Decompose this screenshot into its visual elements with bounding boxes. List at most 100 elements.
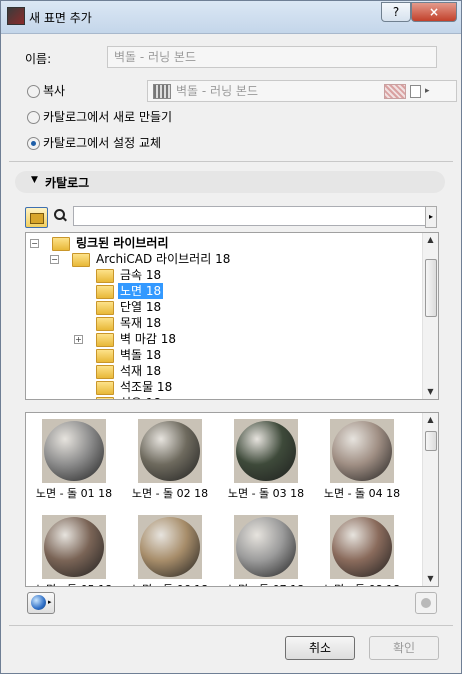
scroll-up-arrow[interactable]: ▲ [423, 233, 438, 247]
tree-item[interactable]: 석조물 18 [26, 379, 422, 395]
folder-icon [72, 253, 90, 267]
divider [9, 625, 453, 626]
material-sphere-image [140, 517, 200, 577]
tree-item-label: ArchiCAD 라이브러리 18 [96, 252, 231, 266]
expand-icon[interactable]: + [74, 335, 83, 344]
tree-item-label: 목재 18 [120, 316, 162, 330]
surface-thumbnail[interactable] [330, 419, 394, 483]
tree-item-label: 섬유 18 [118, 395, 163, 399]
folder-icon [96, 349, 114, 363]
folder-icon [96, 333, 114, 347]
library-view-button[interactable] [25, 207, 48, 228]
scroll-up-arrow[interactable]: ▲ [423, 413, 438, 427]
cancel-button[interactable]: 취소 [285, 636, 355, 660]
copy-label[interactable]: 복사 [43, 82, 65, 99]
window-title: 새 표면 추가 [29, 11, 92, 25]
catalog-thumbnails[interactable]: 노면 - 돌 01 18 노면 - 돌 02 18 노면 - 돌 03 18 노면 -… [25, 412, 439, 587]
title-bar[interactable]: 새 표면 추가 ? × [1, 1, 461, 34]
surface-thumbnail[interactable] [138, 419, 202, 483]
thumbnail-label: 노면 - 돌 07 18 [218, 581, 314, 586]
thumbnail-label: 노면 - 돌 04 18 [323, 487, 401, 500]
folder-icon [52, 237, 70, 251]
surface-swatch-icon [153, 84, 171, 99]
tree-item[interactable]: 벽돌 18 [26, 347, 422, 363]
catalog-header-label: 카탈로그 [45, 176, 90, 190]
chevron-right-icon: ▸ [48, 598, 52, 606]
new-from-catalog-radio[interactable] [27, 111, 40, 124]
chevron-right-icon[interactable]: ▸ [425, 81, 435, 101]
catalog-section-header[interactable]: ▼ 카탈로그 [15, 171, 445, 193]
surface-thumbnail[interactable] [234, 515, 298, 579]
tree-scroll-thumb[interactable] [425, 259, 437, 317]
tree-item-label: 석조물 18 [120, 380, 173, 394]
tree-item-label: 벽돌 18 [120, 348, 162, 362]
tree-scrollbar[interactable]: ▲ ▼ [422, 233, 438, 399]
thumb-scrollbar[interactable]: ▲ ▼ [422, 413, 438, 586]
thumbnail-label: 노면 - 돌 05 18 [26, 581, 122, 586]
sphere-preview-icon [31, 595, 46, 610]
tree-item[interactable]: 목재 18 [26, 315, 422, 331]
surface-thumbnail[interactable] [330, 515, 394, 579]
archicad-app-icon [7, 7, 25, 25]
tree-item-label: 단열 18 [120, 300, 162, 314]
material-sphere-image [236, 517, 296, 577]
help-button[interactable]: ? [381, 2, 411, 22]
ok-button[interactable]: 확인 [369, 636, 439, 660]
preview-options-button[interactable]: ▸ [27, 592, 55, 614]
thumbnail-label: 노면 - 돌 02 18 [131, 487, 209, 500]
library-folder-icon [30, 213, 44, 224]
replace-from-catalog-label[interactable]: 카탈로그에서 설정 교체 [43, 134, 161, 151]
material-sphere-image [332, 421, 392, 481]
copy-radio[interactable] [27, 85, 40, 98]
info-dot-icon [421, 598, 431, 608]
material-sphere-image [332, 517, 392, 577]
thumb-scroll-thumb[interactable] [425, 431, 437, 451]
collapse-icon[interactable]: − [50, 255, 59, 264]
dialog-window: 새 표면 추가 ? × 이름: 벽돌 - 러닝 본드 복사 벽돌 - 러닝 본드… [0, 0, 462, 674]
catalog-tree[interactable]: − 링크된 라이브러리 − ArchiCAD 라이브러리 18 금속 18 노면 18 단열… [25, 232, 439, 400]
close-button[interactable]: × [411, 2, 457, 22]
tree-item-label: 벽 마감 18 [120, 332, 177, 346]
thumbnail-label: 노면 - 돌 06 18 [122, 581, 218, 586]
tree-item[interactable]: 노면 18 [26, 283, 422, 299]
material-sphere-image [44, 517, 104, 577]
folder-icon [96, 269, 114, 283]
new-from-catalog-label[interactable]: 카탈로그에서 새로 만들기 [43, 108, 172, 125]
surface-thumbnail[interactable] [42, 419, 106, 483]
search-icon [53, 207, 69, 225]
document-icon [410, 85, 421, 98]
tree-item-label: 링크된 라이브러리 [76, 236, 169, 250]
scroll-down-arrow[interactable]: ▼ [423, 572, 438, 586]
surface-thumbnail[interactable] [138, 515, 202, 579]
tree-item-label: 노면 18 [118, 283, 164, 299]
tree-item[interactable]: 석재 18 [26, 363, 422, 379]
folder-icon [96, 301, 114, 315]
tree-item[interactable]: − 링크된 라이브러리 [26, 235, 422, 251]
name-field[interactable]: 벽돌 - 러닝 본드 [107, 46, 437, 68]
thumbnail-label: 노면 - 돌 01 18 [35, 487, 113, 500]
replace-from-catalog-radio[interactable] [27, 137, 40, 150]
info-button[interactable] [415, 592, 437, 614]
search-options-button[interactable]: ▸ [425, 206, 437, 228]
pattern-swatch-icon [384, 84, 406, 99]
tree-item[interactable]: − ArchiCAD 라이브러리 18 [26, 251, 422, 267]
folder-icon [96, 397, 114, 399]
tree-item-label: 금속 18 [120, 268, 162, 282]
material-sphere-image [236, 421, 296, 481]
folder-icon [96, 365, 114, 379]
folder-icon [96, 381, 114, 395]
tree-item[interactable]: 금속 18 [26, 267, 422, 283]
catalog-search-input[interactable] [73, 206, 429, 226]
folder-icon [96, 317, 114, 331]
surface-thumbnail[interactable] [42, 515, 106, 579]
material-sphere-image [44, 421, 104, 481]
tree-item[interactable]: 섬유 18 [26, 395, 422, 399]
scroll-down-arrow[interactable]: ▼ [423, 385, 438, 399]
tree-item[interactable]: + 벽 마감 18 [26, 331, 422, 347]
surface-thumbnail[interactable] [234, 419, 298, 483]
tree-item-label: 석재 18 [120, 364, 162, 378]
collapse-icon[interactable]: − [30, 239, 39, 248]
folder-icon [96, 285, 114, 299]
triangle-down-icon: ▼ [31, 175, 38, 185]
tree-item[interactable]: 단열 18 [26, 299, 422, 315]
